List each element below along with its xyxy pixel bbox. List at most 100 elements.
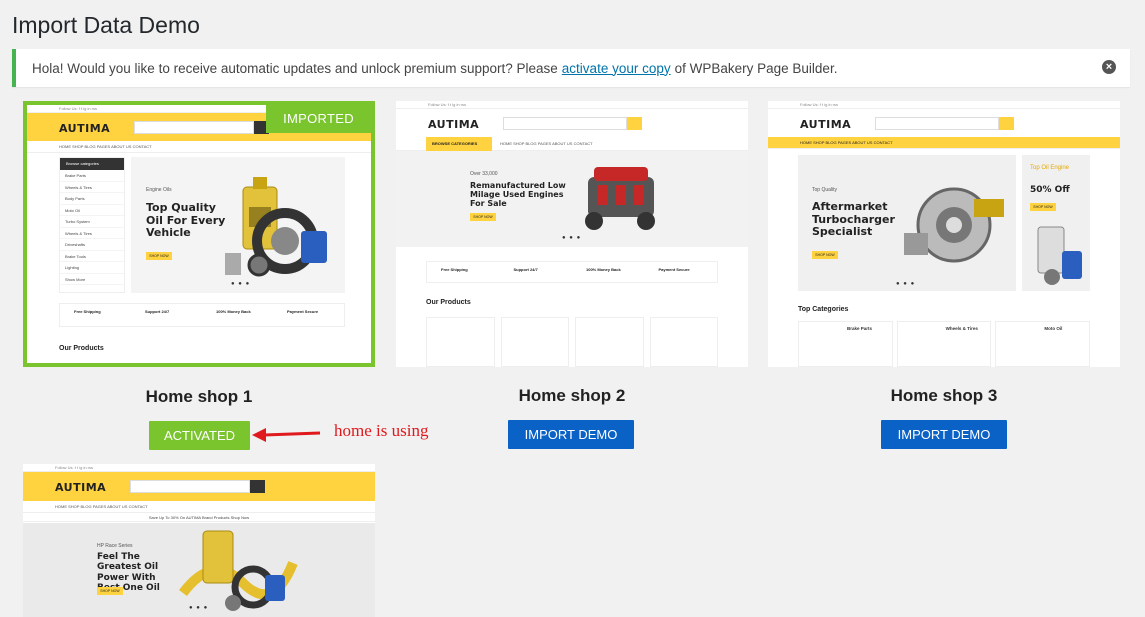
mini-product <box>500 317 569 367</box>
mini-category: Moto Oil <box>995 321 1091 367</box>
mini-product <box>575 317 644 367</box>
mini-slider-dots: ● ● ● <box>231 281 251 287</box>
notice-text-end: of WPBakery Page Builder. <box>674 60 838 76</box>
mini-hero-small: Top Quality <box>812 187 838 193</box>
demo-thumbnail-4[interactable]: Follow Us: f t ig in rss AUTIMA HOME SHO… <box>23 464 375 617</box>
oil-products-image <box>179 530 298 611</box>
mini-side-title: 50% Off <box>1030 185 1070 195</box>
mini-logo: AUTIMA <box>59 122 111 135</box>
oil-can-image <box>1037 226 1082 285</box>
import-demo-button-3[interactable]: IMPORT DEMO <box>881 420 1007 449</box>
demo-thumbnail-3[interactable]: Follow Us: f t ig in rss AUTIMA HOME SHO… <box>768 101 1120 367</box>
mini-category-grid: Brake Parts Wheels & Tires Moto Oil <box>798 321 1091 367</box>
activate-link[interactable]: activate your copy <box>562 61 671 76</box>
mini-nav: HOME SHOP BLOG PAGES ABOUT US CONTACT <box>27 141 371 153</box>
mini-menu: HOME SHOP BLOG PAGES ABOUT US CONTACT <box>500 141 593 146</box>
mini-nav: BROWSE CATEGORIES HOME SHOP BLOG PAGES A… <box>396 137 748 151</box>
mini-header: AUTIMA <box>396 109 748 137</box>
mini-features: Free Shipping Support 24/7 100% Money Ba… <box>426 261 718 283</box>
update-notice: Hola! Would you like to receive automati… <box>12 49 1130 87</box>
mini-feature: Free Shipping <box>74 309 101 314</box>
mini-hero: Top Quality Aftermarket Turbocharger Spe… <box>798 155 1016 291</box>
mini-search <box>875 117 999 130</box>
mini-sidebar-item: Wheels & Tires <box>60 228 124 239</box>
mini-topbar: Follow Us: f t ig in rss <box>23 464 375 472</box>
imported-badge: IMPORTED <box>266 105 371 133</box>
mini-product-grid <box>426 317 718 367</box>
mini-feature: 100% Money Back <box>216 309 251 314</box>
mini-logo: AUTIMA <box>800 118 852 131</box>
mini-side-small: Top Oil Engine <box>1030 165 1070 171</box>
engine-image <box>585 167 655 230</box>
mini-hero-small: Over 33,000 <box>470 171 498 177</box>
demo-title-2: Home shop 2 <box>518 386 626 405</box>
mini-slider-dots: ● ● ● <box>189 605 209 611</box>
mini-section-title: Top Categories <box>798 306 849 313</box>
mini-sidebar-head: Browse categories <box>60 158 124 170</box>
mini-side-banner: Top Oil Engine 50% Off SHOP NOW <box>1022 155 1090 291</box>
mini-feature: Free Shipping <box>441 267 468 272</box>
mini-search <box>134 121 254 134</box>
mini-sidebar-item: Brake Parts <box>60 170 124 182</box>
mini-slider-dots: ● ● ● <box>562 235 582 241</box>
mini-section-title: Our Products <box>426 299 471 306</box>
mini-product <box>426 317 495 367</box>
oil-products-image <box>225 177 327 277</box>
page-title: Import Data Demo <box>12 12 200 38</box>
red-arrow-icon <box>252 428 321 442</box>
mini-search <box>503 117 627 130</box>
mini-hero: Engine Oils Top Quality Oil For Every Ve… <box>131 157 345 293</box>
mini-features: Free Shipping Support 24/7 100% Money Ba… <box>59 303 345 327</box>
annotation-text: home is using <box>334 421 429 440</box>
mini-feature: Support 24/7 <box>145 309 170 314</box>
mini-hero-small: Engine Oils <box>146 187 172 193</box>
mini-logo: AUTIMA <box>55 481 107 494</box>
mini-sidebar-item: Body Parts <box>60 193 124 205</box>
demo-title-1: Home shop 1 <box>145 387 253 406</box>
mini-header: AUTIMA <box>768 109 1120 137</box>
mini-sidebar-item: Brake Tools <box>60 251 124 262</box>
demo-thumbnail-2[interactable]: Follow Us: f t ig in rss AUTIMA BROWSE C… <box>396 101 748 367</box>
mini-nav: HOME SHOP BLOG PAGES ABOUT US CONTACT <box>768 137 1120 149</box>
mini-feature: 100% Money Back <box>586 267 621 272</box>
mini-topbar: Follow Us: f t ig in rss <box>768 101 1120 109</box>
turbocharger-image <box>904 187 1004 263</box>
mini-hero-btn: SHOP NOW <box>97 587 123 595</box>
mini-section-title: Our Products <box>59 345 104 352</box>
mini-hero-title: Aftermarket Turbocharger Specialist <box>812 200 895 239</box>
mini-hero-btn: SHOP NOW <box>146 252 172 260</box>
mini-side-btn: SHOP NOW <box>1030 203 1056 211</box>
demo-title-3: Home shop 3 <box>890 386 998 405</box>
mini-slider-dots: ● ● ● <box>896 281 916 287</box>
mini-category: Wheels & Tires <box>896 321 992 367</box>
import-demo-button-2[interactable]: IMPORT DEMO <box>508 420 634 449</box>
mini-hero-btn: SHOP NOW <box>812 251 838 259</box>
mini-category: Brake Parts <box>798 321 893 367</box>
mini-header: AUTIMA <box>23 472 375 501</box>
close-circle-icon[interactable]: × <box>1102 60 1116 74</box>
mini-logo: AUTIMA <box>428 118 480 131</box>
mini-search-icon <box>627 117 642 130</box>
mini-sidebar-item: Wheels & Tires <box>60 182 124 193</box>
mini-sidebar-item: Turbo System <box>60 216 124 228</box>
mini-topbar: Follow Us: f t ig in rss <box>396 101 748 109</box>
mini-hero-title: Remanufactured Low Milage Used Engines F… <box>470 181 566 209</box>
mini-promo: Save Up To 30% On AUTIMA Brand Products … <box>23 513 375 522</box>
mini-feature: Payment Secure <box>287 309 319 314</box>
mini-search <box>130 480 250 493</box>
mini-hero-small: HP Race Series <box>97 543 133 549</box>
mini-feature: Support 24/7 <box>513 267 538 272</box>
notice-text: Hola! Would you like to receive automati… <box>32 60 558 76</box>
mini-sidebar-item: Driveshafts <box>60 239 124 251</box>
mini-sidebar: Browse categories Brake Parts Wheels & T… <box>59 157 125 293</box>
mini-cat-button: BROWSE CATEGORIES <box>426 137 492 151</box>
demo-thumbnail-1[interactable]: Follow Us: f t ig in rss AUTIMA HOME SHO… <box>23 101 375 367</box>
mini-sidebar-item: Show More <box>60 274 124 285</box>
activated-button[interactable]: ACTIVATED <box>149 421 250 450</box>
mini-sidebar-item: Lighting <box>60 262 124 274</box>
mini-feature: Payment Secure <box>658 267 690 272</box>
mini-hero-btn: SHOP NOW <box>470 213 496 221</box>
mini-hero: HP Race Series Feel The Greatest Oil Pow… <box>23 523 375 617</box>
mini-search-icon <box>250 480 265 493</box>
mini-search-icon <box>999 117 1014 130</box>
